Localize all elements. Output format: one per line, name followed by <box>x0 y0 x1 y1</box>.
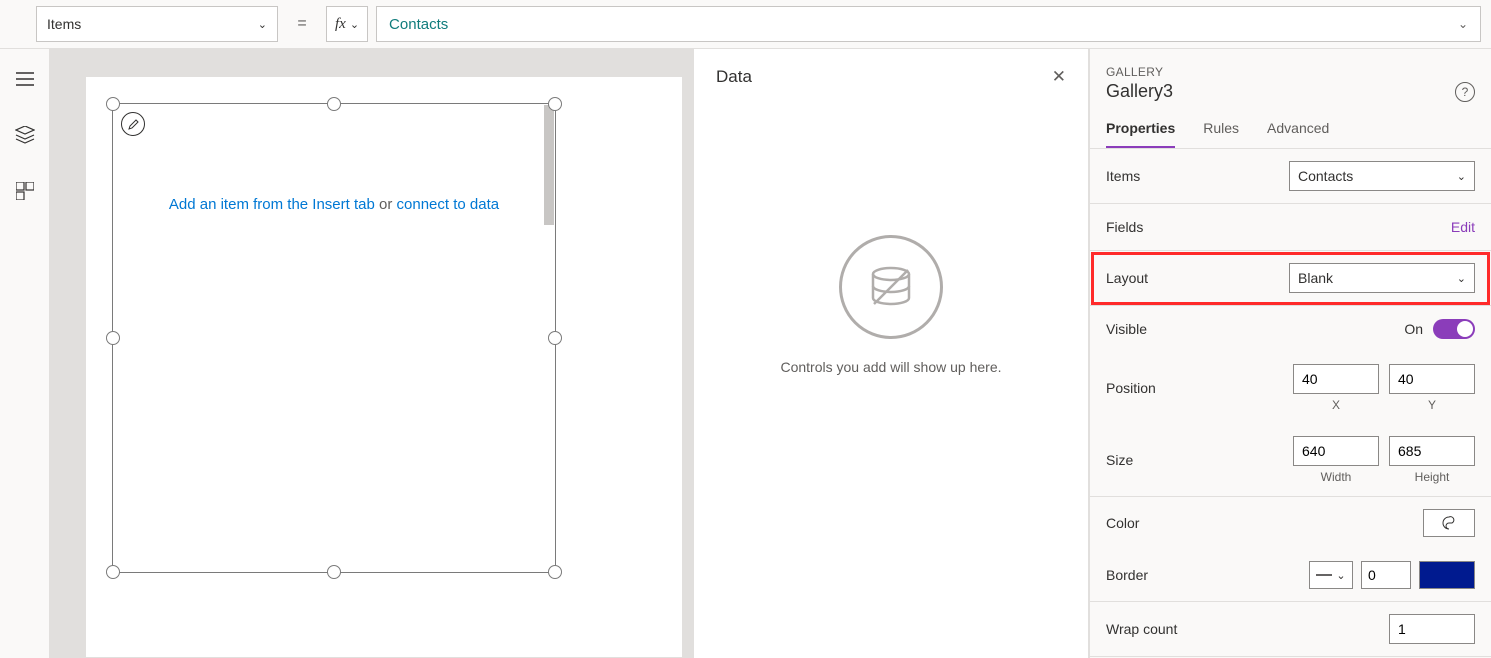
gallery-selection[interactable]: Add an item from the Insert tab or conne… <box>112 103 556 573</box>
resize-handle[interactable] <box>106 565 120 579</box>
help-icon[interactable]: ? <box>1455 82 1475 102</box>
hint-add-link[interactable]: Add an item from the Insert tab <box>169 196 375 213</box>
size-width-input[interactable] <box>1293 436 1379 466</box>
screen-frame: Add an item from the Insert tab or conne… <box>86 77 682 657</box>
close-icon[interactable]: ✕ <box>1052 67 1066 87</box>
prop-border: Border ⌄ <box>1090 549 1491 601</box>
data-panel-empty-text: Controls you add will show up here. <box>780 359 1001 375</box>
fields-edit-link[interactable]: Edit <box>1451 219 1475 235</box>
prop-label: Wrap count <box>1106 621 1177 637</box>
items-dropdown[interactable]: Contacts ⌄ <box>1289 161 1475 191</box>
resize-handle[interactable] <box>548 97 562 111</box>
prop-label: Visible <box>1106 321 1147 337</box>
resize-handle[interactable] <box>106 331 120 345</box>
edit-icon[interactable] <box>121 112 145 136</box>
visible-toggle[interactable] <box>1433 319 1475 339</box>
equals-label: = <box>286 15 318 33</box>
border-style-dropdown[interactable]: ⌄ <box>1309 561 1353 589</box>
prop-position: Position X Y <box>1090 352 1491 424</box>
hamburger-icon[interactable] <box>15 69 35 89</box>
resize-handle[interactable] <box>548 331 562 345</box>
color-picker[interactable] <box>1423 509 1475 537</box>
prop-label: Color <box>1106 515 1139 531</box>
resize-handle[interactable] <box>106 97 120 111</box>
fx-button[interactable]: fx ⌄ <box>326 6 368 42</box>
resize-handle[interactable] <box>327 97 341 111</box>
prop-label: Items <box>1106 168 1140 184</box>
gallery-hint: Add an item from the Insert tab or conne… <box>113 196 555 213</box>
prop-color: Color <box>1090 497 1491 549</box>
prop-size: Size Width Height <box>1090 424 1491 496</box>
layout-dropdown[interactable]: Blank ⌄ <box>1289 263 1475 293</box>
components-icon[interactable] <box>15 181 35 201</box>
prop-layout: Layout Blank ⌄ <box>1090 251 1491 305</box>
prop-label: Fields <box>1106 219 1143 235</box>
chevron-down-icon: ⌄ <box>1458 17 1468 32</box>
control-name: Gallery3 <box>1106 81 1173 102</box>
formula-bar: Items ⌄ = fx ⌄ Contacts ⌄ <box>0 0 1491 49</box>
prop-items: Items Contacts ⌄ <box>1090 149 1491 203</box>
chevron-down-icon: ⌄ <box>1457 170 1466 183</box>
prop-wrap-count: Wrap count <box>1090 602 1491 656</box>
property-dropdown-label: Items <box>47 16 81 32</box>
layers-icon[interactable] <box>15 125 35 145</box>
database-icon <box>839 235 943 339</box>
wrap-count-input[interactable] <box>1389 614 1475 644</box>
position-x-input[interactable] <box>1293 364 1379 394</box>
fx-icon: fx <box>335 16 346 33</box>
chevron-down-icon: ⌄ <box>350 18 359 31</box>
properties-tabs: Properties Rules Advanced <box>1090 114 1491 149</box>
chevron-down-icon: ⌄ <box>1336 569 1345 582</box>
data-panel-title: Data <box>716 67 752 87</box>
resize-handle[interactable] <box>548 565 562 579</box>
property-dropdown[interactable]: Items ⌄ <box>36 6 278 42</box>
hint-or: or <box>375 196 397 213</box>
size-height-input[interactable] <box>1389 436 1475 466</box>
hint-connect-link[interactable]: connect to data <box>397 196 500 213</box>
properties-panel: GALLERY Gallery3 ? Properties Rules Adva… <box>1089 49 1491 658</box>
border-width-input[interactable] <box>1361 561 1411 589</box>
position-y-input[interactable] <box>1389 364 1475 394</box>
prop-label: Border <box>1106 567 1148 583</box>
prop-label: Size <box>1106 452 1133 468</box>
tab-properties[interactable]: Properties <box>1106 114 1175 148</box>
toggle-state: On <box>1404 321 1423 337</box>
data-panel: Data ✕ Controls you add will show up her… <box>693 49 1089 658</box>
tab-advanced[interactable]: Advanced <box>1267 114 1329 148</box>
chevron-down-icon: ⌄ <box>1457 272 1466 285</box>
formula-text: Contacts <box>389 16 448 33</box>
tab-rules[interactable]: Rules <box>1203 114 1239 148</box>
border-color-swatch[interactable] <box>1419 561 1475 589</box>
resize-handle[interactable] <box>327 565 341 579</box>
chevron-down-icon: ⌄ <box>258 18 267 31</box>
prop-label: Position <box>1106 380 1156 396</box>
left-rail <box>0 49 50 658</box>
prop-label: Layout <box>1106 270 1148 286</box>
panel-caption: GALLERY <box>1090 49 1491 81</box>
prop-fields: Fields Edit <box>1090 204 1491 250</box>
formula-input[interactable]: Contacts ⌄ <box>376 6 1481 42</box>
prop-visible: Visible On <box>1090 306 1491 352</box>
